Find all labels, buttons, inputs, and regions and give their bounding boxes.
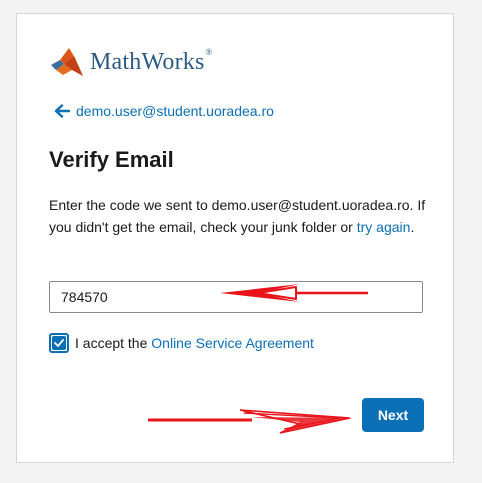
try-again-link[interactable]: try again [357,219,411,235]
back-to-email-link[interactable]: demo.user@student.uoradea.ro [54,103,274,119]
accept-agreement-checkbox[interactable] [49,333,69,353]
brand-name: MathWorks® [90,46,213,75]
account-email: demo.user@student.uoradea.ro [76,103,274,119]
arrow-left-icon [54,104,70,118]
checkbox-box [52,336,66,350]
checkmark-icon [54,339,64,347]
verify-email-card: MathWorks® demo.user@student.uoradea.ro … [16,13,454,463]
verification-code-input[interactable] [49,281,423,313]
registered-mark: ® [205,46,213,57]
online-service-agreement-link[interactable]: Online Service Agreement [151,335,314,351]
instructions-suffix: . [410,219,415,235]
agreement-prefix: I accept the [75,335,152,351]
mathworks-logo: MathWorks® [50,46,213,78]
instructions-text: Enter the code we sent to demo.user@stud… [49,194,429,238]
next-button[interactable]: Next [362,398,424,432]
matlab-membrane-logo-icon [51,48,83,76]
page-title: Verify Email [49,147,174,172]
agreement-label: I accept the Online Service Agreement [75,335,314,351]
agreement-row: I accept the Online Service Agreement [49,333,314,353]
